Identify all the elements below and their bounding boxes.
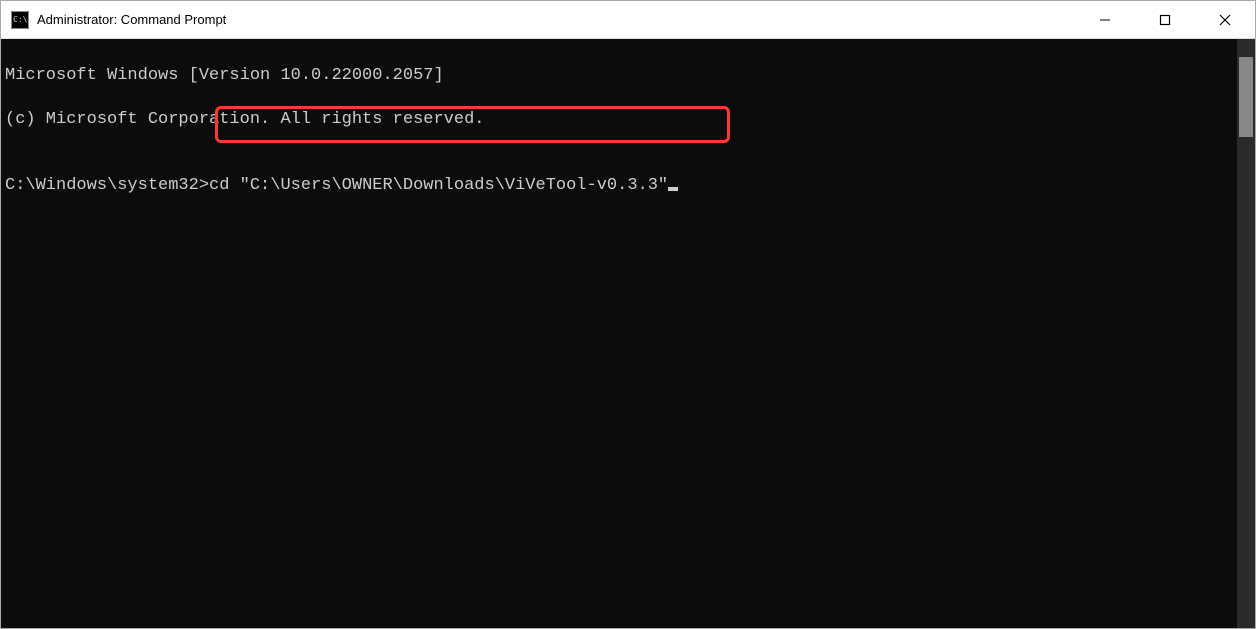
prompt-line: C:\Windows\system32>cd "C:\Users\OWNER\D… [5,176,678,195]
cursor [668,187,678,191]
typed-command[interactable]: cd "C:\Users\OWNER\Downloads\ViVeTool-v0… [209,176,668,195]
close-icon [1219,14,1231,26]
terminal-area: Microsoft Windows [Version 10.0.22000.20… [1,39,1255,628]
window-title: Administrator: Command Prompt [37,12,1075,27]
scrollbar-thumb[interactable] [1239,57,1253,137]
scrollbar-track[interactable] [1237,39,1255,628]
prompt-path: C:\Windows\system32> [5,176,209,195]
minimize-icon [1099,14,1111,26]
terminal-output[interactable]: Microsoft Windows [Version 10.0.22000.20… [1,39,1237,628]
window-controls [1075,1,1255,38]
output-line-version: Microsoft Windows [Version 10.0.22000.20… [5,65,1237,87]
minimize-button[interactable] [1075,1,1135,38]
command-prompt-window: Administrator: Command Prompt Microsoft … [0,0,1256,629]
cmd-icon [11,11,29,29]
titlebar[interactable]: Administrator: Command Prompt [1,1,1255,39]
maximize-button[interactable] [1135,1,1195,38]
maximize-icon [1159,14,1171,26]
close-button[interactable] [1195,1,1255,38]
output-line-copyright: (c) Microsoft Corporation. All rights re… [5,109,1237,131]
